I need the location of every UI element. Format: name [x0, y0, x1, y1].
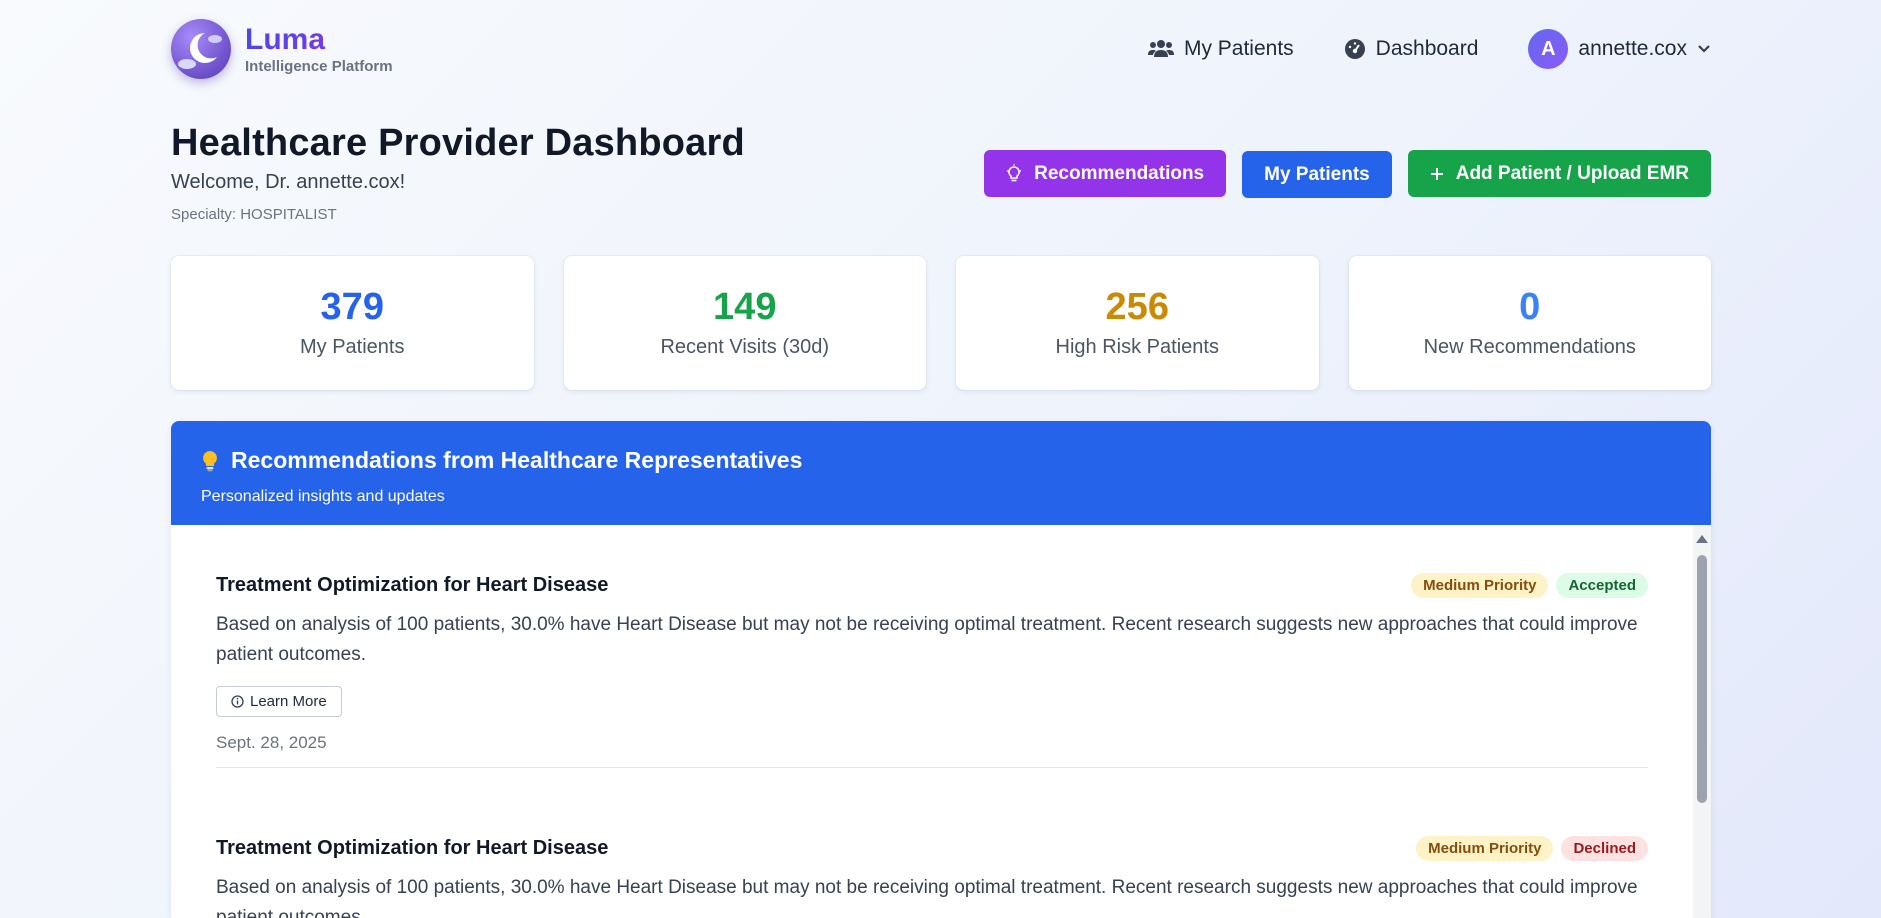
page: Luma Intelligence Platform My Patients D… [0, 0, 1881, 918]
gauge-icon [1344, 39, 1365, 59]
nav-dashboard-label: Dashboard [1375, 37, 1479, 60]
panel-title: Recommendations from Healthcare Represen… [201, 447, 1681, 474]
chevron-down-icon [1698, 45, 1710, 53]
user-menu[interactable]: A annette.cox [1528, 29, 1711, 69]
badges: Medium Priority Accepted [1411, 573, 1648, 598]
recommendation-header: Treatment Optimization for Heart Disease… [216, 836, 1648, 861]
panel-header: Recommendations from Healthcare Represen… [171, 421, 1711, 525]
stat-value: 256 [1105, 285, 1169, 328]
status-badge: Accepted [1556, 573, 1648, 598]
page-title: Healthcare Provider Dashboard [171, 122, 745, 164]
stats-row: 379 My Patients 149 Recent Visits (30d) … [171, 256, 1711, 390]
recommendations-panel: Recommendations from Healthcare Represen… [171, 421, 1711, 918]
stat-card-new-recommendations[interactable]: 0 New Recommendations [1348, 256, 1711, 390]
stat-label: New Recommendations [1423, 335, 1636, 358]
username: annette.cox [1578, 37, 1687, 60]
priority-badge: Medium Priority [1411, 573, 1549, 598]
recommendations-button-label: Recommendations [1034, 162, 1205, 184]
status-badge: Declined [1561, 836, 1648, 861]
stat-card-my-patients[interactable]: 379 My Patients [171, 256, 534, 390]
priority-badge: Medium Priority [1416, 836, 1554, 861]
lightbulb-icon [203, 450, 217, 471]
stat-label: High Risk Patients [1055, 335, 1219, 358]
info-icon [231, 695, 244, 708]
add-patient-button[interactable]: Add Patient / Upload EMR [1407, 150, 1711, 197]
recommendation-title: Treatment Optimization for Heart Disease [216, 837, 609, 859]
scroll-up-arrow-icon[interactable] [1696, 535, 1708, 543]
recommendations-button[interactable]: Recommendations [984, 150, 1227, 197]
stat-label: Recent Visits (30d) [660, 335, 830, 358]
avatar: A [1528, 29, 1569, 69]
nav-my-patients-label: My Patients [1183, 37, 1294, 60]
divider [216, 767, 1648, 768]
users-icon [1147, 40, 1174, 57]
brand-text: Luma Intelligence Platform [245, 24, 393, 75]
stat-label: My Patients [300, 335, 405, 358]
badges: Medium Priority Declined [1416, 836, 1648, 861]
recommendation-item: Treatment Optimization for Heart Disease… [216, 836, 1648, 918]
learn-more-label: Learn More [250, 693, 327, 710]
recommendation-header: Treatment Optimization for Heart Disease… [216, 573, 1648, 598]
plus-icon [1430, 167, 1443, 180]
specialty-text: Specialty: HOSPITALIST [171, 206, 337, 223]
recommendation-date: Sept. 28, 2025 [216, 733, 327, 752]
welcome-text: Welcome, Dr. annette.cox! [171, 171, 406, 193]
recommendations-list[interactable]: Treatment Optimization for Heart Disease… [171, 525, 1711, 918]
scrollbar-thumb[interactable] [1697, 555, 1707, 803]
page-header: Healthcare Provider Dashboard Welcome, D… [171, 122, 745, 223]
brand-subtitle: Intelligence Platform [245, 57, 393, 75]
scrollbar[interactable] [1693, 525, 1711, 918]
recommendation-description: Based on analysis of 100 patients, 30.0%… [216, 614, 1638, 665]
action-buttons: Recommendations My Patients Add Patient … [984, 149, 1711, 198]
brand[interactable]: Luma Intelligence Platform [171, 19, 393, 79]
stat-value: 379 [320, 285, 384, 328]
panel-title-text: Recommendations from Healthcare Represen… [231, 447, 803, 473]
main-nav: My Patients Dashboard A annette.cox [1098, 29, 1711, 69]
panel-subtitle: Personalized insights and updates [201, 488, 445, 505]
my-patients-button-label: My Patients [1264, 163, 1370, 185]
add-patient-button-label: Add Patient / Upload EMR [1455, 162, 1689, 184]
stat-value: 0 [1519, 285, 1541, 328]
lightbulb-icon [1007, 163, 1022, 181]
learn-more-button[interactable]: Learn More [216, 686, 342, 717]
stat-card-high-risk[interactable]: 256 High Risk Patients [956, 256, 1319, 390]
brand-name: Luma [245, 24, 393, 55]
stat-card-recent-visits[interactable]: 149 Recent Visits (30d) [563, 256, 926, 390]
recommendation-item: Treatment Optimization for Heart Disease… [216, 573, 1648, 768]
top-navbar: Luma Intelligence Platform My Patients D… [171, 18, 1711, 80]
recommendation-title: Treatment Optimization for Heart Disease [216, 574, 609, 596]
moon-logo-icon [171, 19, 231, 79]
recommendation-description: Based on analysis of 100 patients, 30.0%… [216, 877, 1638, 918]
stat-value: 149 [713, 285, 777, 328]
nav-my-patients[interactable]: My Patients [1147, 37, 1294, 61]
nav-dashboard[interactable]: Dashboard [1344, 37, 1479, 61]
my-patients-button[interactable]: My Patients [1242, 151, 1392, 198]
